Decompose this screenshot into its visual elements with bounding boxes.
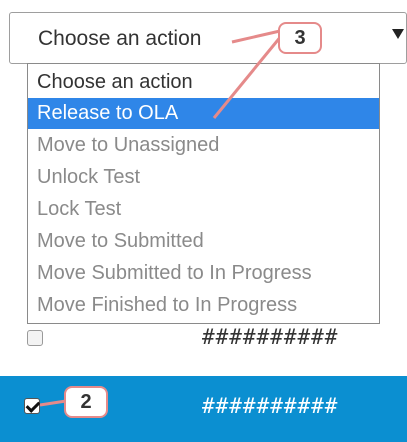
triangle-down-icon: [392, 29, 404, 39]
row-checkbox-checked[interactable]: [24, 398, 40, 414]
table-row[interactable]: ##########: [0, 324, 407, 370]
action-select[interactable]: Choose an action: [9, 12, 407, 64]
row-value: ##########: [202, 325, 339, 349]
option-move-to-submitted[interactable]: Move to Submitted: [28, 226, 379, 257]
option-choose-an-action[interactable]: Choose an action: [28, 67, 379, 98]
option-move-to-unassigned[interactable]: Move to Unassigned: [28, 130, 379, 161]
table-row-selected[interactable]: ##########: [0, 376, 407, 442]
row-value: ##########: [202, 394, 339, 418]
option-release-to-ola[interactable]: Release to OLA: [28, 98, 379, 129]
select-current-value: Choose an action: [38, 27, 202, 50]
action-dropdown-list: Choose an action Release to OLA Move to …: [27, 63, 380, 324]
option-lock-test[interactable]: Lock Test: [28, 194, 379, 225]
option-move-submitted-to-in-progress[interactable]: Move Submitted to In Progress: [28, 258, 379, 289]
option-move-finished-to-in-progress[interactable]: Move Finished to In Progress: [28, 290, 379, 321]
callout-2: 2: [64, 386, 108, 418]
callout-3: 3: [278, 22, 322, 54]
option-unlock-test[interactable]: Unlock Test: [28, 162, 379, 193]
row-checkbox[interactable]: [27, 330, 43, 346]
